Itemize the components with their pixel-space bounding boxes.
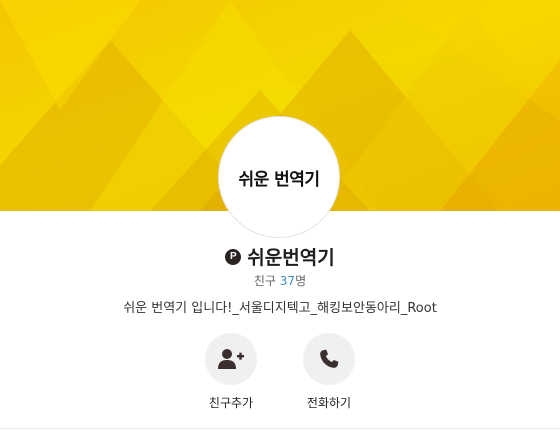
avatar-text: 쉬운 번역기 [238, 169, 320, 190]
friends-unit: 명 [295, 274, 307, 288]
add-friend-button[interactable]: 친구추가 [203, 333, 259, 411]
profile-name-row: P 쉬운번역기 [0, 243, 560, 270]
profile-name: 쉬운번역기 [247, 247, 335, 269]
call-label: 전화하기 [306, 396, 352, 410]
friends-count-row: 친구 37명 [0, 272, 560, 289]
profile-avatar[interactable]: 쉬운 번역기 [219, 117, 339, 237]
add-friend-icon [218, 349, 244, 369]
call-button[interactable]: 전화하기 [301, 333, 357, 411]
profile-actions: 친구추가 전화하기 [0, 333, 560, 411]
plus-friend-badge-icon: P [225, 248, 242, 265]
add-friend-label: 친구추가 [208, 396, 254, 410]
friends-label: 친구 [253, 274, 276, 288]
phone-icon [320, 349, 339, 368]
profile-description: 쉬운 번역기 입니다!_서울디지텍고_해킹보안동아리_Root [123, 301, 437, 316]
add-friend-circle[interactable] [205, 333, 257, 385]
friends-count: 37 [279, 274, 296, 288]
bottom-divider [0, 428, 560, 429]
call-circle[interactable] [303, 333, 355, 385]
